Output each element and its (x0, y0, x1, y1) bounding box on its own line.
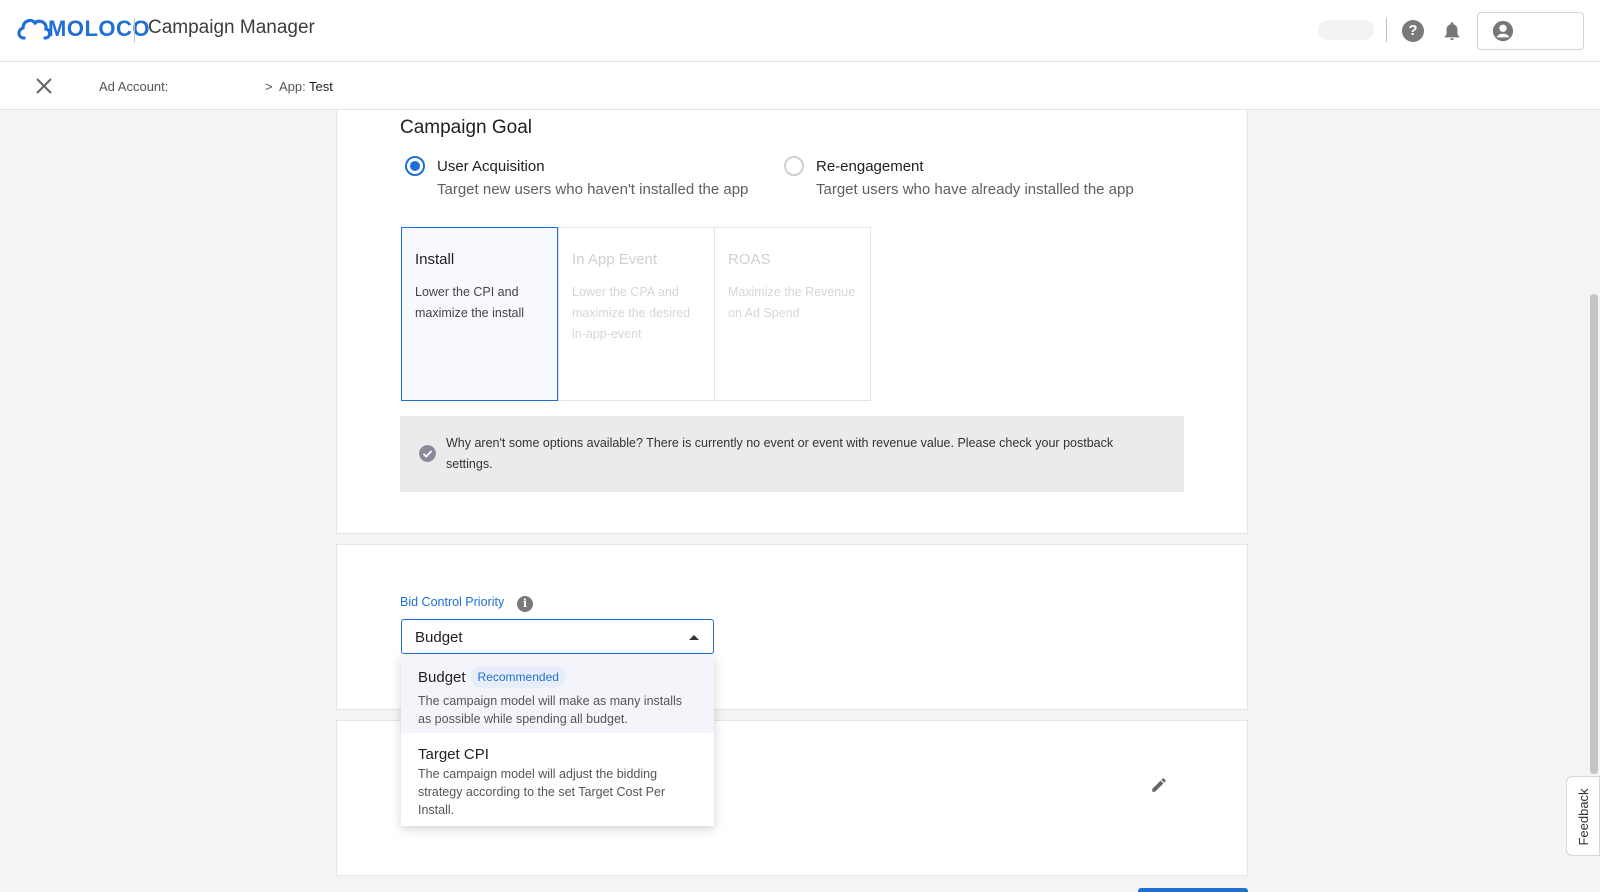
bid-option-budget[interactable]: Budget Recommended The campaign model wi… (401, 655, 714, 733)
header-divider-right (1386, 18, 1387, 42)
goal-roas-option: ROAS Maximize the Revenue on Ad Spend (714, 227, 871, 401)
goal-roas-description: Maximize the Revenue on Ad Spend (728, 285, 856, 320)
feedback-tab[interactable]: Feedback (1566, 776, 1600, 856)
goal-install-title: Install (415, 251, 455, 268)
goal-in-app-event-title: In App Event (572, 251, 658, 268)
check-circle-icon (419, 445, 436, 462)
options-notice: Why aren't some options available? There… (400, 416, 1184, 492)
scrollbar-thumb[interactable] (1590, 294, 1598, 774)
bid-control-selected-value: Budget (415, 629, 463, 646)
cloud-logo-icon (17, 18, 52, 40)
redacted-user-info (1318, 20, 1374, 40)
bid-control-dropdown: Budget Recommended The campaign model wi… (401, 655, 714, 826)
breadcrumb-app-value[interactable]: Test (309, 79, 333, 94)
re-engagement-label[interactable]: Re-engagement (816, 158, 924, 175)
info-icon[interactable]: i (517, 596, 533, 612)
goal-in-app-event-option: In App Event Lower the CPA and maximize … (558, 227, 715, 401)
bid-option-budget-description: The campaign model will make as many ins… (418, 694, 682, 726)
bid-control-select[interactable]: Budget (401, 619, 714, 654)
re-engagement-description: Target users who have already installed … (816, 181, 1134, 198)
user-acquisition-description: Target new users who haven't installed t… (437, 181, 749, 198)
feedback-label: Feedback (1576, 788, 1591, 846)
goal-install-description: Lower the CPI and maximize the install (415, 285, 525, 320)
bid-control-label: Bid Control Priority (400, 595, 505, 609)
breadcrumb-separator: > (265, 79, 273, 94)
close-icon[interactable] (34, 76, 54, 96)
goal-in-app-event-description: Lower the CPA and maximize the desired i… (572, 285, 691, 341)
bid-option-target-cpi[interactable]: Target CPI The campaign model will adjus… (401, 733, 714, 826)
bid-option-target-cpi-description: The campaign model will adjust the biddi… (418, 767, 666, 817)
header-divider (134, 18, 135, 42)
top-bar: MOLOCO Campaign Manager ? (0, 0, 1600, 62)
campaign-goal-title: Campaign Goal (400, 117, 533, 138)
breadcrumb: Ad Account: > App: Test (0, 62, 1600, 110)
goal-roas-title: ROAS (728, 251, 771, 268)
user-acquisition-label[interactable]: User Acquisition (437, 158, 545, 175)
help-icon[interactable]: ? (1402, 20, 1424, 42)
breadcrumb-app-label: App: (279, 79, 306, 94)
bid-option-target-cpi-title: Target CPI (418, 746, 489, 763)
breadcrumb-ad-account[interactable]: Ad Account: (99, 79, 168, 94)
bid-option-budget-title: Budget (418, 668, 466, 686)
notice-text: Why aren't some options available? There… (446, 436, 1114, 471)
bell-icon[interactable] (1441, 19, 1463, 43)
footer-primary-button[interactable] (1138, 888, 1248, 892)
user-acquisition-radio[interactable] (405, 156, 425, 176)
account-icon (1492, 20, 1514, 42)
caret-up-icon (689, 635, 699, 640)
recommended-badge: Recommended (470, 666, 566, 688)
app-title: Campaign Manager (148, 17, 315, 38)
goal-install-option[interactable]: Install Lower the CPI and maximize the i… (401, 227, 558, 401)
re-engagement-radio[interactable] (784, 156, 804, 176)
account-menu[interactable] (1477, 12, 1584, 50)
moloco-logo[interactable]: MOLOCO (16, 12, 150, 46)
pencil-icon[interactable] (1150, 776, 1168, 794)
